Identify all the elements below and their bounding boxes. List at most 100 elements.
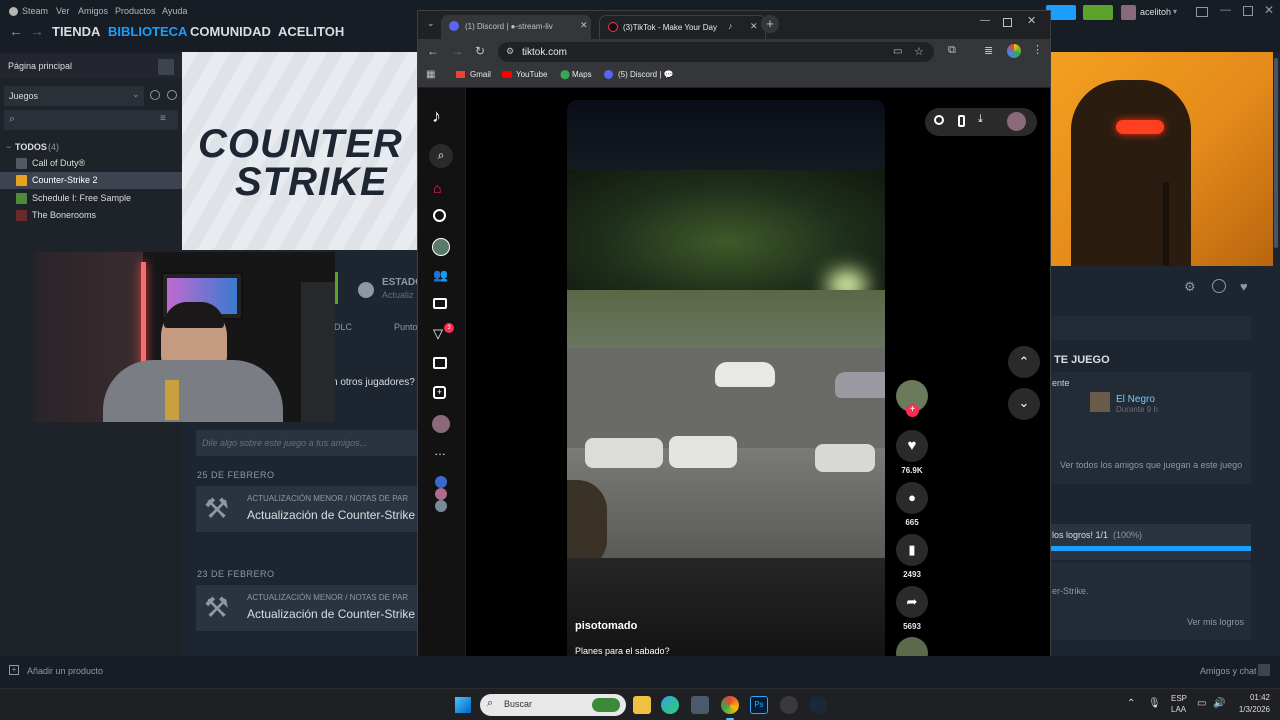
back-arrow-icon[interactable]: ← xyxy=(9,23,23,39)
filter-icon[interactable]: ≡ xyxy=(160,113,166,124)
address-bar[interactable]: ⚙ tiktok.com ▭ ☆ xyxy=(498,42,934,62)
heart-icon[interactable]: ♥ xyxy=(1240,279,1248,294)
bookmark-gmail[interactable]: Gmail xyxy=(470,70,491,79)
list-item[interactable]: Call of Duty® xyxy=(0,155,182,172)
speaker-icon[interactable]: ♪ xyxy=(728,21,733,31)
monitor-icon[interactable]: ▭ xyxy=(1197,698,1206,709)
next-video-button[interactable]: ⌄ xyxy=(1008,388,1040,420)
new-tab-button[interactable]: + xyxy=(761,15,779,33)
photoshop-icon[interactable]: Ps xyxy=(750,696,768,714)
live-icon[interactable] xyxy=(433,298,447,309)
avatar[interactable] xyxy=(1121,5,1136,20)
obs-icon[interactable] xyxy=(780,696,798,714)
bookmark-youtube[interactable]: YouTube xyxy=(516,70,547,79)
tab-tiktok[interactable]: (3)TikTok - Make Your Day ♪ ✕ xyxy=(599,15,766,40)
phone-icon[interactable] xyxy=(958,115,965,127)
follow-button[interactable]: + xyxy=(906,404,919,417)
reload-icon[interactable]: ↻ xyxy=(475,44,485,58)
friends-icon[interactable]: 👥 xyxy=(433,268,448,282)
home-row[interactable]: Página principal xyxy=(0,54,182,78)
file-explorer-icon[interactable] xyxy=(633,696,651,714)
friend-avatar[interactable] xyxy=(1090,392,1110,412)
search-icon[interactable]: ⌕ xyxy=(429,144,453,168)
close-icon[interactable]: ✕ xyxy=(1027,14,1036,27)
add-product-button[interactable]: Añadir un producto xyxy=(27,666,103,676)
download-icon[interactable]: ⤓ xyxy=(978,113,983,126)
friend-name[interactable]: El Negro xyxy=(1116,394,1155,405)
minimize-icon[interactable]: — xyxy=(1220,4,1231,16)
explore-icon[interactable] xyxy=(433,209,446,222)
search-games-input[interactable]: ⌕ ≡ xyxy=(4,110,178,130)
username-label[interactable]: acelitoh xyxy=(1140,7,1171,17)
menu-amigos[interactable]: Amigos xyxy=(78,6,108,16)
nav-biblioteca[interactable]: BIBLIOTECA xyxy=(108,24,187,39)
profile-avatar[interactable] xyxy=(432,415,450,433)
comment-button[interactable]: ● xyxy=(896,482,928,514)
scrollbar[interactable] xyxy=(1273,52,1280,656)
news-item[interactable]: ⚒ ACTUALIZACIÓN MENOR / NOTAS DE PAR Act… xyxy=(196,585,422,631)
list-item[interactable]: Schedule I: Free Sample xyxy=(0,190,182,207)
language-indicator-sub[interactable]: LAA xyxy=(1171,705,1186,714)
bookmark-maps[interactable]: Maps xyxy=(572,70,592,79)
monitor-icon[interactable] xyxy=(1196,7,1208,17)
site-info-icon[interactable]: ⚙ xyxy=(506,46,514,57)
bookmark-discord[interactable]: (5) Discord | 💬 xyxy=(618,70,674,79)
close-icon[interactable]: ✕ xyxy=(750,21,758,32)
comment-input[interactable]: Dile algo sobre este juego a tus amigos.… xyxy=(196,430,422,456)
video-username[interactable]: pisotomado xyxy=(575,620,637,632)
close-icon[interactable]: ✕ xyxy=(1264,3,1274,17)
forward-arrow-icon[interactable]: → xyxy=(30,23,44,39)
clock-date[interactable]: 1/3/2026 xyxy=(1226,705,1270,714)
like-button[interactable]: ♥ xyxy=(896,430,928,462)
chevron-down-icon[interactable]: ▾ xyxy=(1173,7,1177,16)
following-avatar-icon[interactable] xyxy=(435,500,447,512)
steam-taskbar-icon[interactable] xyxy=(809,696,827,714)
more-icon[interactable]: … xyxy=(434,444,446,458)
grid-view-icon[interactable] xyxy=(158,59,174,75)
list-item[interactable]: The Bonerooms xyxy=(0,207,182,224)
tiktok-logo-icon[interactable]: ♪ xyxy=(432,106,441,127)
menu-steam[interactable]: Steam xyxy=(22,6,48,16)
clock-icon[interactable] xyxy=(150,90,160,100)
language-indicator[interactable]: ESP xyxy=(1171,694,1187,703)
extensions-icon[interactable]: ⧉ xyxy=(948,44,956,57)
see-achievements-link[interactable]: Ver mis logros xyxy=(1187,617,1244,627)
cast-icon[interactable]: ▭ xyxy=(893,46,902,57)
upload-icon[interactable]: + xyxy=(433,386,446,399)
clock-time[interactable]: 01:42 xyxy=(1238,693,1270,702)
nav-tienda[interactable]: TIENDA xyxy=(52,24,100,39)
filter-dropdown[interactable]: Juegos ⌄ xyxy=(4,86,144,106)
tab-discord[interactable]: (1) Discord | ●-stream-liv ✕ xyxy=(441,15,591,39)
media-icon[interactable]: ≣ xyxy=(984,44,993,57)
url-text[interactable]: tiktok.com xyxy=(522,47,567,58)
play-icon[interactable] xyxy=(167,90,177,100)
menu-productos[interactable]: Productos xyxy=(115,6,156,16)
tab-dlc[interactable]: DLC xyxy=(334,322,352,332)
taskbar-search[interactable]: ⌕ Buscar xyxy=(480,694,626,716)
tray-chevron-icon[interactable]: ⌃ xyxy=(1127,698,1135,709)
news-item[interactable]: ⚒ ACTUALIZACIÓN MENOR / NOTAS DE PAR Act… xyxy=(196,486,422,532)
microphone-icon[interactable]: 🎙 xyxy=(1148,698,1161,709)
inbox-icon[interactable]: ▽ xyxy=(433,326,443,342)
speaker-icon[interactable]: 🔊 xyxy=(1213,698,1225,709)
back-arrow-icon[interactable]: ← xyxy=(427,44,439,58)
list-item-selected[interactable]: Counter-Strike 2 xyxy=(0,172,182,189)
see-all-friends-link[interactable]: Ver todos los amigos que juegan a este j… xyxy=(1060,460,1242,470)
maximize-icon[interactable] xyxy=(1243,6,1253,16)
forward-arrow-icon[interactable]: → xyxy=(451,44,463,58)
profile-avatar[interactable] xyxy=(1007,112,1026,131)
bookmark-button[interactable]: ▮ xyxy=(896,534,928,566)
following-avatar-icon[interactable] xyxy=(435,488,447,500)
nav-profile[interactable]: ACELITOH xyxy=(278,24,344,39)
chrome-icon[interactable] xyxy=(721,696,739,714)
store-icon[interactable] xyxy=(691,696,709,714)
windows-start-icon[interactable] xyxy=(455,697,471,713)
nav-comunidad[interactable]: COMUNIDAD xyxy=(190,24,271,39)
friends-chat-button[interactable]: Amigos y chat xyxy=(1200,666,1257,676)
share-button[interactable]: ➦ xyxy=(896,586,928,618)
edge-icon[interactable] xyxy=(661,696,679,714)
explore-icon[interactable] xyxy=(934,115,944,125)
messages-icon[interactable] xyxy=(433,357,447,369)
tab-points[interactable]: Punto xyxy=(394,322,418,332)
prev-video-button[interactable]: ⌃ xyxy=(1008,346,1040,378)
